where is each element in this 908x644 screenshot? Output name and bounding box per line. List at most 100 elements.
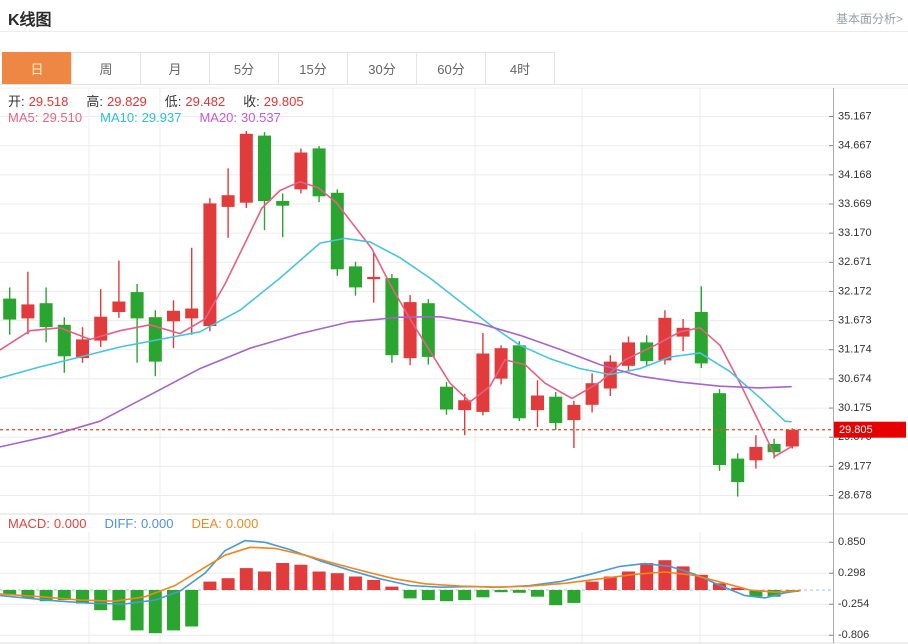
macd-bar [294,564,308,590]
candle [203,203,217,327]
low-label: 低: [164,94,182,109]
candle [349,266,362,288]
candle [167,310,180,322]
ma10-value: 29.937 [141,110,182,125]
ma5-readout: MA5: 29.510 [8,110,86,125]
y-axis-label: 28.678 [838,489,872,501]
y-axis-label: 29.177 [838,460,872,472]
macd-bar [312,571,326,590]
macd-bar [258,571,271,590]
macd-bar [385,586,399,590]
candle [476,353,490,412]
candle [622,342,635,366]
candle [385,278,399,356]
macd-bar [367,579,381,590]
close-label: 收: [243,94,260,109]
diff-readout: DIFF: 0.000 [104,516,177,531]
macd-bar [440,590,453,602]
current-price-badge: 29.805 [834,421,906,438]
macd-bar [185,590,199,627]
ma-readout: MA5: 29.510 MA10: 29.937 MA20: 30.537 [8,110,299,125]
candle [21,304,35,319]
ma5-label: MA5: [8,110,39,125]
close-readout: 收: 29.805 [243,94,307,109]
candle [731,458,745,482]
ma5-value: 29.510 [42,110,83,125]
macd-bar [403,590,417,599]
macd-bar [203,581,217,590]
ma10-label: MA10: [100,110,138,125]
dea-label: DEA: [191,516,222,531]
macd-bar [458,590,472,601]
candle [549,396,563,423]
candle [39,303,53,328]
ma20-label: MA20: [199,110,238,125]
macd-axis-label: -0.254 [838,598,869,610]
high-readout: 高: 29.829 [86,94,150,109]
ma20-readout: MA20: 30.537 [199,110,284,125]
candle [112,301,126,312]
open-readout: 开: 29.518 [8,94,72,109]
high-label: 高: [86,94,104,109]
low-readout: 低: 29.482 [165,94,229,109]
macd-value: 0.000 [53,516,87,531]
candle [239,133,253,203]
dea-readout: DEA: 0.000 [191,516,262,531]
macd-bar [640,563,654,590]
macd-axis-label: -0.806 [838,629,869,641]
ma20-value: 30.537 [241,110,281,125]
candle [130,292,144,319]
kline-page: K线图 基本面分析> 日周月 5分 15分 30分 60分 4时 35.167 34.667… [0,0,908,644]
macd-bar [512,590,526,593]
y-axis-label: 33.669 [838,198,872,210]
candle [221,195,235,207]
candle [749,446,763,461]
dea-value: 0.000 [225,516,259,531]
macd-bar [130,590,144,631]
diff-label: DIFF: [104,516,137,531]
diff-value: 0.000 [140,516,174,531]
y-axis-label: 33.170 [838,227,872,239]
candle [531,395,544,411]
y-axis-label: 35.167 [838,110,872,122]
macd-bar [148,590,162,634]
macd-bar [167,590,180,631]
candle [440,386,453,410]
macd-bar [276,563,290,590]
macd-bar [549,590,563,606]
macd-bar [494,590,508,593]
macd-bar [585,581,599,590]
candle [567,404,581,421]
macd-bar [76,590,89,604]
y-axis-label: 31.673 [838,314,872,326]
y-axis-label: 34.667 [838,140,872,152]
macd-readout: MACD: 0.000 [8,516,90,531]
macd-bar [567,590,581,603]
macd-label: MACD: [8,516,50,531]
macd-bar [112,590,126,621]
y-axis-label: 32.172 [838,285,872,297]
macd-axis-label: 0.298 [838,567,866,579]
svg-text:29.805: 29.805 [839,424,873,436]
ohlc-readout: 开: 29.518 高: 29.829 低: 29.482 收: 29.805 [8,91,322,110]
open-label: 开: [8,94,25,109]
candle [258,135,271,201]
candle [3,298,17,320]
candle [367,276,381,280]
macd-bar [221,578,235,590]
macd-bar [239,568,253,590]
y-axis-label: 31.174 [838,344,872,356]
macd-bar [330,573,344,590]
candle [785,429,799,447]
macd-bar [349,576,362,590]
macd-bar [421,590,435,601]
y-axis-label: 32.671 [838,256,872,268]
y-axis-label: 30.674 [838,373,872,385]
candle [185,308,199,319]
candle [512,345,526,419]
ma10-readout: MA10: 29.937 [100,110,185,125]
macd-axis-label: 0.850 [838,536,866,548]
high-value: 29.829 [107,94,147,109]
low-value: 29.482 [185,94,226,109]
macd-readout: MACD: 0.000 DIFF: 0.000 DEA: 0.000 [8,516,276,531]
